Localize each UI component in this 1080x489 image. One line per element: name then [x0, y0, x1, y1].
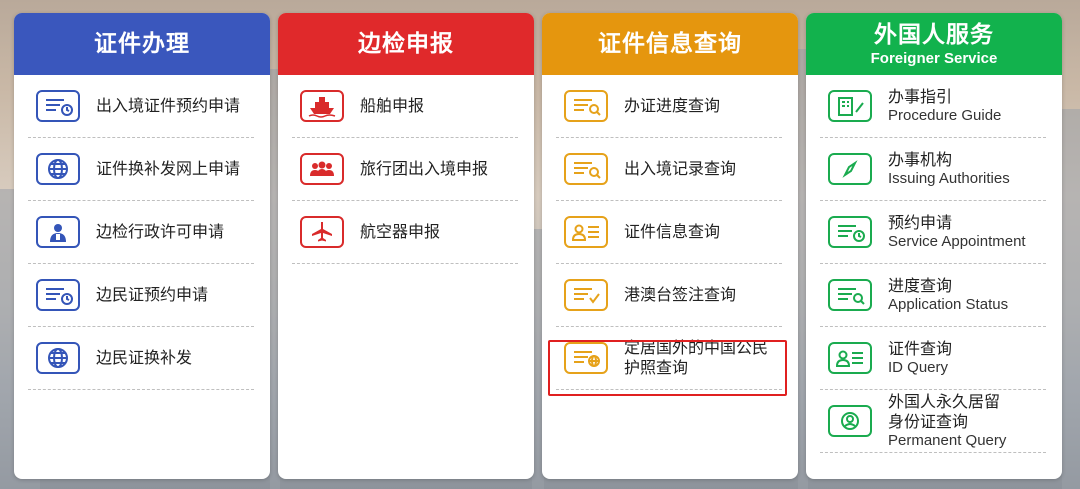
menu-item-label: 旅行团出入境申报 [360, 159, 489, 178]
panel-certificate-processing: 证件办理 出入境证件预约申请 证件换补发网上申请 边检行政许可申请 边民证预约申… [14, 13, 270, 479]
document-search-icon [564, 153, 608, 185]
menu-item-progress-query[interactable]: 办证进度查询 [556, 75, 782, 138]
menu-item-hk-macao-taiwan-endorsement-query[interactable]: 港澳台签注查询 [556, 264, 782, 327]
menu-item-label: 预约申请 [888, 213, 953, 232]
panel-certificate-query: 证件信息查询 办证进度查询 出入境记录查询 证件信息查询 港澳台签注查询 定居国… [542, 13, 798, 479]
menu-item-label: 证件换补发网上申请 [96, 159, 241, 178]
menu-item-renewal-online[interactable]: 证件换补发网上申请 [28, 138, 254, 201]
menu-item-label: 船舶申报 [360, 96, 425, 115]
menu-item-label: 边民证预约申请 [96, 285, 209, 304]
menu-item-label: 边民证换补发 [96, 348, 193, 367]
airplane-icon [300, 216, 344, 248]
panel-title: 外国人服务 [874, 21, 994, 48]
ship-icon [300, 90, 344, 122]
menu-item-label-en: Procedure Guide [888, 107, 1002, 124]
menu-item-label-en: Issuing Authorities [888, 170, 1010, 187]
menu-item-label: 证件查询 [888, 339, 953, 358]
id-card-icon [828, 342, 872, 374]
globe-icon [36, 342, 80, 374]
id-card-icon [564, 216, 608, 248]
menu-item-label-en: Permanent Query [888, 432, 1007, 449]
menu-item-border-resident-renewal[interactable]: 边民证换补发 [28, 327, 254, 390]
group-icon [300, 153, 344, 185]
passport-globe-icon [564, 342, 608, 374]
panel-header: 边检申报 [278, 13, 534, 75]
menu-item-issuing-authorities[interactable]: 办事机构 Issuing Authorities [820, 138, 1046, 201]
globe-icon [36, 153, 80, 185]
menu-item-label: 办事机构 [888, 150, 953, 169]
menu-item-label: 办事指引 [888, 87, 953, 106]
watermark: DealMoon [946, 451, 1064, 478]
menu-item-label-en: Service Appointment [888, 233, 1026, 250]
menu-item-service-appointment[interactable]: 预约申请 Service Appointment [820, 201, 1046, 264]
menu-item-id-query[interactable]: 证件查询 ID Query [820, 327, 1046, 390]
panel-header: 证件办理 [14, 13, 270, 75]
panel-title: 边检申报 [358, 31, 454, 57]
building-pen-icon [828, 90, 872, 122]
menu-item-label-line2: 身份证查询 [888, 412, 969, 431]
document-clock-icon [36, 279, 80, 311]
menu-item-tour-group-declaration[interactable]: 旅行团出入境申报 [292, 138, 518, 201]
officer-icon [36, 216, 80, 248]
document-clock-icon [828, 216, 872, 248]
menu-item-border-resident-appointment[interactable]: 边民证预约申请 [28, 264, 254, 327]
panel-title: 证件信息查询 [598, 31, 742, 57]
document-search-icon [564, 90, 608, 122]
panel-border-declaration: 边检申报 船舶申报 旅行团出入境申报 航空器申报 [278, 13, 534, 479]
panel-header: 证件信息查询 [542, 13, 798, 75]
menu-item-label: 外国人永久居留 [888, 392, 1001, 411]
compass-icon [828, 153, 872, 185]
menu-item-border-permit[interactable]: 边检行政许可申请 [28, 201, 254, 264]
menu-item-aircraft-declaration[interactable]: 航空器申报 [292, 201, 518, 264]
menu-item-application-status[interactable]: 进度查询 Application Status [820, 264, 1046, 327]
permanent-card-icon [828, 405, 872, 437]
panel-foreigner-service: 外国人服务 Foreigner Service 办事指引 Procedure G… [806, 13, 1062, 479]
menu-item-label: 进度查询 [888, 276, 953, 295]
menu-item-label-line2: 护照查询 [624, 358, 689, 377]
menu-item-overseas-chinese-passport-query[interactable]: 定居国外的中国公民 护照查询 [556, 327, 782, 390]
menu-item-label: 出入境证件预约申请 [96, 96, 241, 115]
menu-item-label-en: Application Status [888, 296, 1009, 313]
document-clock-icon [36, 90, 80, 122]
menu-item-label: 边检行政许可申请 [96, 222, 225, 241]
document-check-icon [564, 279, 608, 311]
menu-item-label: 航空器申报 [360, 222, 441, 241]
menu-item-entry-exit-record-query[interactable]: 出入境记录查询 [556, 138, 782, 201]
menu-item-ship-declaration[interactable]: 船舶申报 [292, 75, 518, 138]
menu-item-label: 港澳台签注查询 [624, 285, 737, 304]
menu-item-label-en: ID Query [888, 359, 949, 376]
panel-header: 外国人服务 Foreigner Service [806, 13, 1062, 75]
menu-item-label: 办证进度查询 [624, 96, 721, 115]
panel-title: 证件办理 [94, 31, 190, 57]
menu-item-permanent-residence-query[interactable]: 外国人永久居留 身份证查询 Permanent Query [820, 390, 1046, 453]
menu-item-certificate-info-query[interactable]: 证件信息查询 [556, 201, 782, 264]
menu-item-label: 证件信息查询 [624, 222, 721, 241]
menu-item-label: 定居国外的中国公民 [624, 338, 769, 357]
menu-item-entry-exit-appointment[interactable]: 出入境证件预约申请 [28, 75, 254, 138]
document-search-icon [828, 279, 872, 311]
panel-subtitle: Foreigner Service [870, 49, 998, 67]
menu-item-label: 出入境记录查询 [624, 159, 737, 178]
menu-item-procedure-guide[interactable]: 办事指引 Procedure Guide [820, 75, 1046, 138]
